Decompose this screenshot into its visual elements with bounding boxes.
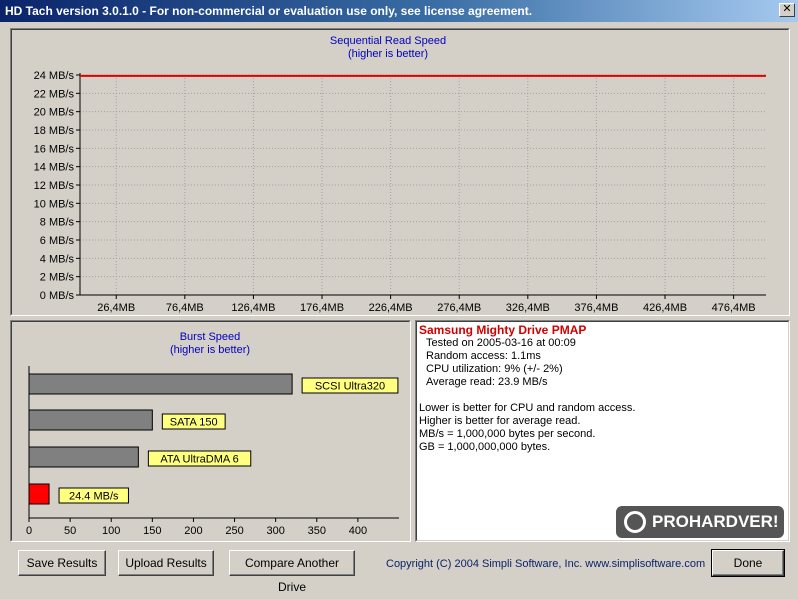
read-y-tick-label: 24 MB/s — [34, 70, 75, 82]
read-y-tick-label: 12 MB/s — [34, 180, 75, 192]
burst-bar — [28, 446, 139, 468]
read-chart-subtitle: (higher is better) — [348, 48, 428, 60]
read-y-tick-label: 16 MB/s — [34, 143, 75, 155]
average-read: Average read: 23.9 MB/s — [426, 376, 548, 388]
logo-text: PROHARDVER! — [652, 512, 779, 531]
burst-x-tick-label: 200 — [184, 525, 202, 537]
read-chart-title: Sequential Read Speed — [330, 35, 446, 47]
burst-x-tick-label: 150 — [143, 525, 161, 537]
note-cpu: Lower is better for CPU and random acces… — [419, 402, 636, 414]
burst-bar-label: SCSI Ultra320 — [315, 381, 385, 393]
read-x-tick-label: 326,4MB — [506, 302, 550, 314]
copyright: Copyright (C) 2004 Simpli Software, Inc.… — [386, 558, 706, 570]
read-x-tick-label: 176,4MB — [300, 302, 344, 314]
read-y-tick-label: 20 MB/s — [34, 107, 75, 119]
tested-on: Tested on 2005-03-16 at 00:09 — [426, 337, 576, 349]
read-x-tick-label: 276,4MB — [437, 302, 481, 314]
note-average: Higher is better for average read. — [419, 415, 581, 427]
read-x-tick-label: 376,4MB — [574, 302, 618, 314]
read-y-tick-label: 18 MB/s — [34, 125, 75, 137]
burst-x-tick-label: 0 — [26, 525, 32, 537]
burst-chart-subtitle: (higher is better) — [170, 344, 250, 356]
drive-name: Samsung Mighty Drive PMAP — [419, 323, 587, 337]
burst-x-tick-label: 250 — [225, 525, 243, 537]
burst-bar-label: SATA 150 — [170, 417, 218, 429]
burst-speed-chart: Burst Speed(higher is better) 0 50 100 150 20… — [26, 331, 399, 537]
burst-chart-title: Burst Speed — [180, 331, 241, 343]
read-y-tick-label: 10 MB/s — [34, 198, 75, 210]
upload-results-button[interactable]: Upload Results — [118, 550, 214, 576]
burst-bar — [28, 373, 293, 395]
burst-x-tick-label: 300 — [266, 525, 284, 537]
burst-x-tick-label: 100 — [102, 525, 120, 537]
burst-x-tick-label: 50 — [64, 525, 76, 537]
done-button[interactable]: Done — [711, 549, 785, 577]
read-x-tick-label: 26,4MB — [97, 302, 135, 314]
burst-bar-label: ATA UltraDMA 6 — [160, 454, 238, 466]
read-y-tick-label: 0 MB/s — [40, 290, 75, 302]
logo-icon — [624, 511, 646, 533]
cpu-utilization: CPU utilization: 9% (+/- 2%) — [426, 363, 563, 375]
read-y-tick-label: 14 MB/s — [34, 162, 75, 174]
read-y-tick-label: 2 MB/s — [40, 272, 75, 284]
read-y-tick-label: 6 MB/s — [40, 235, 75, 247]
close-button[interactable]: ✕ — [779, 3, 795, 17]
burst-bar — [28, 409, 153, 431]
burst-bar — [28, 483, 50, 505]
read-speed-chart: Sequential Read Speed(higher is better) 0… — [34, 35, 766, 314]
random-access: Random access: 1.1ms — [426, 350, 541, 362]
read-x-tick-label: 426,4MB — [643, 302, 687, 314]
read-y-tick-label: 4 MB/s — [40, 253, 75, 265]
read-x-tick-label: 76,4MB — [166, 302, 204, 314]
read-x-tick-label: 126,4MB — [231, 302, 275, 314]
prohardver-logo: PROHARDVER! — [616, 506, 784, 538]
note-mbs: MB/s = 1,000,000 bytes per second. — [419, 428, 596, 440]
burst-x-tick-label: 400 — [349, 525, 367, 537]
read-x-tick-label: 476,4MB — [712, 302, 756, 314]
read-y-tick-label: 8 MB/s — [40, 217, 75, 229]
read-x-tick-label: 226,4MB — [369, 302, 413, 314]
read-y-tick-label: 22 MB/s — [34, 88, 75, 100]
window-title: HD Tach version 3.0.1.0 - For non-commer… — [0, 0, 798, 22]
burst-x-tick-label: 350 — [308, 525, 326, 537]
burst-bar-label: 24.4 MB/s — [69, 491, 119, 503]
compare-drive-button[interactable]: Compare Another Drive — [229, 550, 355, 594]
note-gb: GB = 1,000,000,000 bytes. — [419, 441, 551, 453]
save-results-button[interactable]: Save Results — [18, 550, 106, 576]
